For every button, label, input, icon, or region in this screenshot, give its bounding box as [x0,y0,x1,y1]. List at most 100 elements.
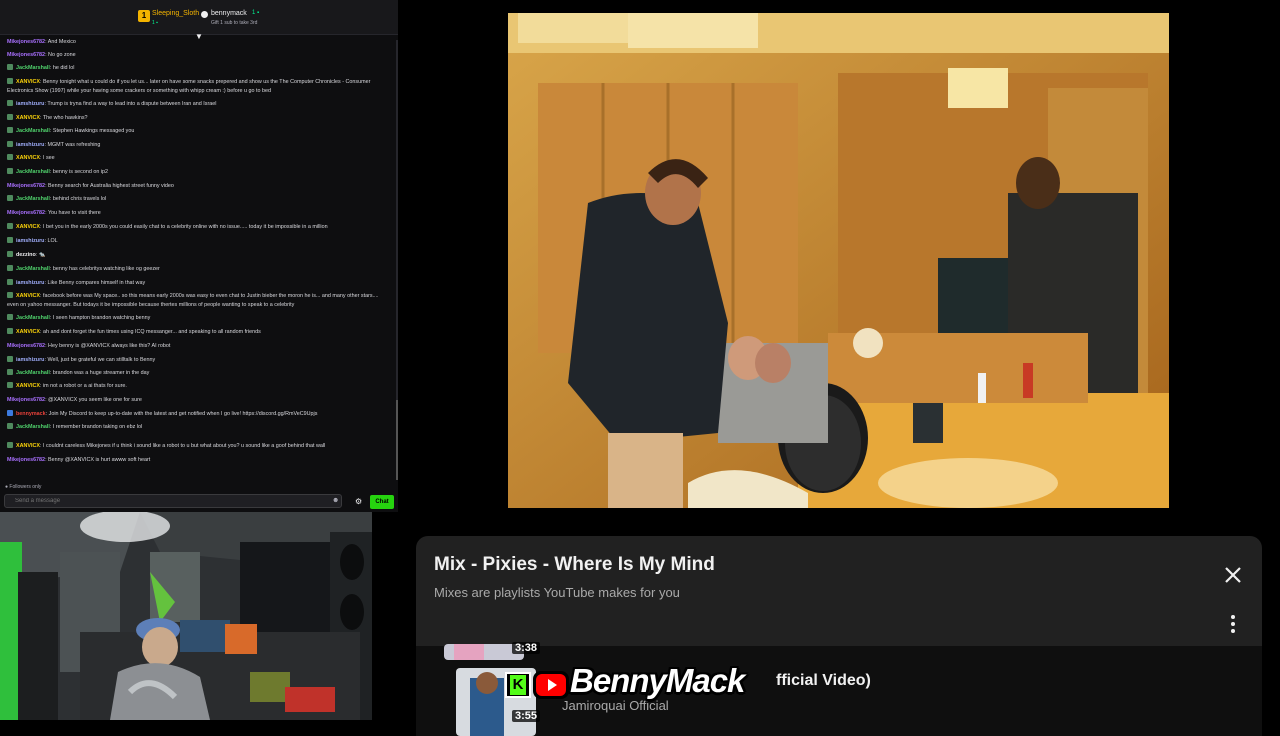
chat-message: Mikejones6782: Benny @XANVICX is hurt aw… [7,456,389,465]
settings-icon[interactable]: ⚙ [355,497,362,506]
chat-message-text: : brandon was a huge streamer in the day [49,370,150,376]
chat-message: JackMarshall: I seen hampton brandon wat… [7,314,389,323]
user-badge-icon [7,382,13,388]
chat-username[interactable]: Mikejones6782 [7,397,45,403]
chat-message: iamshizuru: LOL [7,237,389,246]
chat-message: Mikejones6782: @XANVICX you seem like on… [7,396,389,405]
webcam-image [0,512,372,720]
chat-username[interactable]: JackMarshall [16,266,50,272]
chat-username[interactable]: iamshizuru [16,142,44,148]
chat-message: JackMarshall: Stephen Hawkings messaged … [7,127,389,136]
chat-message-text: : And Mexico [45,39,76,45]
chat-username[interactable]: XANVICX [16,79,40,85]
user-badge-icon [7,410,13,416]
user-badge-icon [7,64,13,70]
chat-message-text: : Hey benny is @XANVICX always like this… [45,343,171,349]
user-badge-icon [7,237,13,243]
chat-username[interactable]: JackMarshall [16,65,50,71]
chat-message: Mikejones6782: Hey benny is @XANVICX alw… [7,342,389,351]
chat-username[interactable]: Mikejones6782 [7,39,45,45]
chat-message: dezzino: 🐀 [7,251,389,260]
chat-message-text: : facebook before was My space.. so this… [7,293,379,308]
chat-message-text: : Well, just be grateful we can stilltal… [44,357,156,363]
user-badge-icon [7,423,13,429]
user-badge-icon [7,195,13,201]
chat-username[interactable]: Mikejones6782 [7,52,45,58]
chat-username[interactable]: Mikejones6782 [7,457,45,463]
chat-username[interactable]: XANVICX [16,329,40,335]
chat-message-text: : Benny tonight what u could do if you l… [7,79,371,94]
gift-icon [201,11,208,18]
chat-message: JackMarshall: I remember brandon taking … [7,423,389,432]
chat-username[interactable]: Mikejones6782 [7,183,45,189]
mix-title: Mix - Pixies - Where Is My Mind [434,554,715,575]
chat-message-text: : Trump is tryna find a way to lead into… [44,101,217,107]
chat-message-text: : The who hawkins? [39,115,88,121]
close-icon[interactable] [1222,564,1244,586]
chat-message-text: : Join My Discord to keep up-to-date wit… [45,411,318,417]
chat-username[interactable]: XANVICX [16,155,40,161]
chat-username[interactable]: JackMarshall [16,169,50,175]
chat-message: Mikejones6782: You have to visit there [7,209,389,218]
chat-message: Mikejones6782: And Mexico [7,38,389,47]
chat-message: JackMarshall: brandon was a huge streame… [7,369,389,378]
chat-message: iamshizuru: Well, just be grateful we ca… [7,356,389,365]
chat-username[interactable]: iamshizuru [16,101,44,107]
gifter-right-meta: Gift 1 sub to take 3rd [211,20,258,26]
chat-message-text: : You have to visit there [45,210,101,216]
chat-message-text: : Benny search for Australia highest str… [45,183,174,189]
emote-icon[interactable]: ☻ [332,497,339,504]
chat-username[interactable]: Mikejones6782 [7,210,45,216]
kick-icon: K [505,672,531,698]
chat-message-text: : 🐀 [35,252,46,258]
chat-message-text: : I seen hampton brandon watching benny [49,315,151,321]
chat-username[interactable]: iamshizuru [16,357,44,363]
chat-username[interactable]: Mikejones6782 [7,343,45,349]
chat-input[interactable] [4,494,342,508]
chat-message-text: : Stephen Hawkings messaged you [49,128,135,134]
chat-username[interactable]: XANVICX [16,383,40,389]
chat-username[interactable]: iamshizuru [16,238,44,244]
gift-leaderboard: 1 Sleeping_Sloth 1 ▪ bennymack Gift 1 su… [0,0,398,35]
chat-username[interactable]: JackMarshall [16,196,50,202]
chat-username[interactable]: XANVICX [16,443,40,449]
chat-send-button[interactable]: Chat [370,495,394,509]
chat-message-text: : I see [39,155,55,161]
chat-username[interactable]: XANVICX [16,293,40,299]
user-badge-icon [7,168,13,174]
chat-username[interactable]: dezzino [16,252,36,258]
webcam-feed [0,512,372,720]
chat-scroll-thumb[interactable] [396,400,398,480]
chat-username[interactable]: XANVICX [16,224,40,230]
chat-username[interactable]: JackMarshall [16,370,50,376]
chat-panel: 1 Sleeping_Sloth 1 ▪ bennymack Gift 1 su… [0,0,398,512]
youtube-mix-panel: Mix - Pixies - Where Is My Mind Mixes ar… [416,536,1262,736]
chat-username[interactable]: iamshizuru [16,280,44,286]
user-badge-icon [7,279,13,285]
video-player[interactable] [508,13,1169,508]
chat-username[interactable]: JackMarshall [16,128,50,134]
user-badge-icon [7,223,13,229]
video-content-image [508,13,1169,508]
gifter-left-name[interactable]: Sleeping_Sloth [152,10,199,17]
chat-message: Mikejones6782: Benny search for Australi… [7,182,389,191]
gifter-right-name[interactable]: bennymack [211,10,247,17]
user-badge-icon [7,328,13,334]
user-badge-icon [7,442,13,448]
chat-message-text: : he did lol [49,65,75,71]
gifter-rank-badge: 1 [138,10,150,22]
more-vert-icon[interactable] [1228,614,1238,634]
chat-message-text: : Like Benny compares himself in that wa… [44,280,146,286]
chat-username[interactable]: JackMarshall [16,315,50,321]
chat-username[interactable]: XANVICX [16,115,40,121]
chat-username[interactable]: bennymack [16,411,46,417]
track-2-title[interactable]: fficial Video) [776,672,871,690]
user-badge-icon [7,154,13,160]
chat-message: XANVICX: ah and dont forget the fun time… [7,328,389,337]
user-badge-icon [7,314,13,320]
chat-message: JackMarshall: behind chris travels lol [7,195,389,204]
user-badge-icon [7,369,13,375]
chat-username[interactable]: JackMarshall [16,424,50,430]
track-2-channel[interactable]: Jamiroquai Official [562,698,669,713]
chat-message: XANVICX: facebook before was My space.. … [7,292,389,310]
